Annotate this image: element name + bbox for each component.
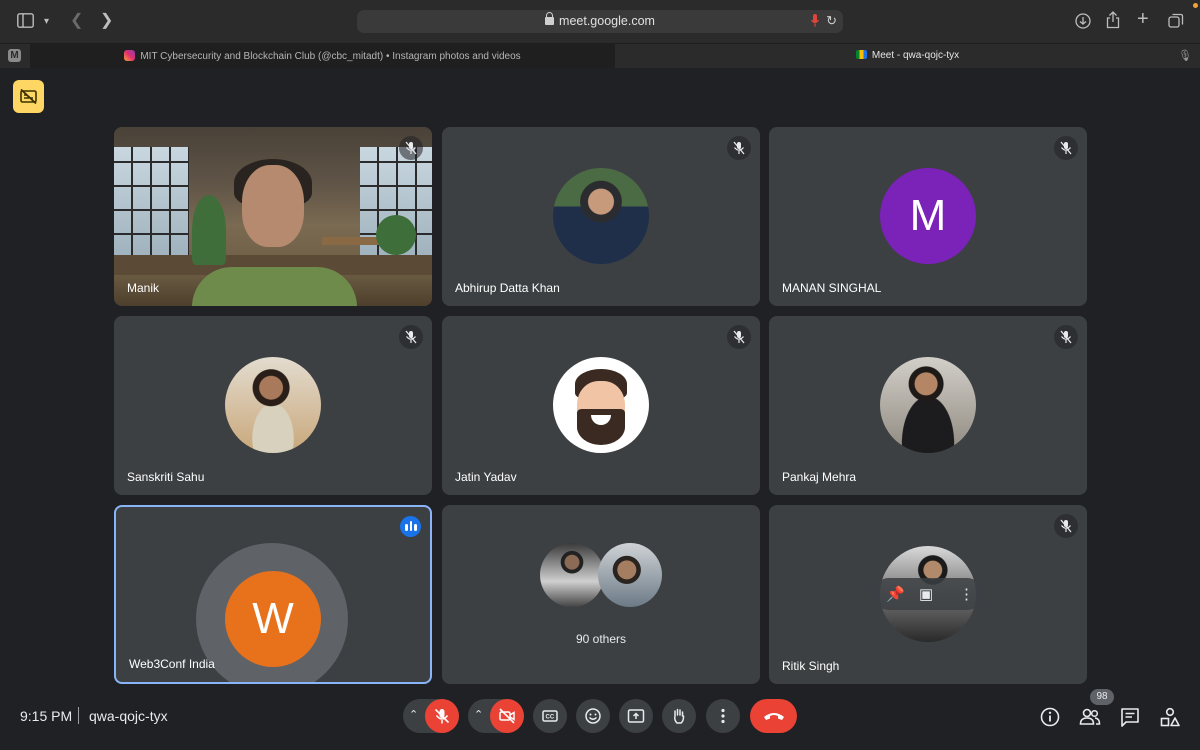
- participant-tile-abhirup[interactable]: Abhirup Datta Khan: [442, 127, 760, 306]
- chevron-down-icon[interactable]: ▾: [44, 12, 49, 32]
- others-tile[interactable]: 90 others: [442, 505, 760, 684]
- share-icon[interactable]: [1106, 11, 1120, 29]
- participant-tile-jatin[interactable]: Jatin Yadav: [442, 316, 760, 495]
- sidebar-toggle-icon[interactable]: [17, 13, 34, 28]
- mic-options-icon[interactable]: ⌃: [409, 708, 418, 721]
- captions-off-badge[interactable]: [13, 80, 44, 113]
- tab-label: Meet - qwa-qojc-tyx: [871, 50, 960, 61]
- mic-off-button[interactable]: [425, 699, 459, 733]
- muted-icon: [399, 136, 423, 160]
- participants-count-badge: 98: [1090, 689, 1114, 705]
- muted-icon: [727, 325, 751, 349]
- avatar: M: [880, 168, 976, 264]
- tab-instagram[interactable]: MIT Cybersecurity and Blockchain Club (@…: [30, 44, 615, 68]
- present-screen-icon: [627, 709, 645, 723]
- captions-off-icon: [20, 89, 37, 104]
- closed-captions-icon: CC: [542, 710, 558, 722]
- tab-overview-icon[interactable]: [1168, 13, 1184, 29]
- microphone-in-use-icon[interactable]: [811, 14, 819, 27]
- mic-off-icon: [434, 708, 450, 724]
- meeting-details-icon[interactable]: [1039, 706, 1061, 728]
- meet-logo-icon: [855, 50, 867, 59]
- participant-name: Jatin Yadav: [455, 470, 517, 484]
- chat-icon[interactable]: [1119, 706, 1141, 728]
- tab-label: MIT Cybersecurity and Blockchain Club (@…: [140, 51, 521, 62]
- avatar: [553, 357, 649, 453]
- participant-tile-manan[interactable]: M MANAN SINGHAL: [769, 127, 1087, 306]
- tab-bar: M MIT Cybersecurity and Blockchain Club …: [0, 43, 1200, 68]
- tab-meet[interactable]: Meet - qwa-qojc-tyx 🎙: [615, 44, 1200, 68]
- participant-tile-manik[interactable]: Manik: [114, 127, 432, 306]
- leave-call-button[interactable]: [750, 699, 797, 733]
- participant-tile-web3conf[interactable]: W Web3Conf India: [114, 505, 432, 684]
- pin-icon[interactable]: 📌: [886, 585, 905, 603]
- address-bar[interactable]: meet.google.com ↻: [357, 10, 843, 33]
- emoji-icon: [585, 708, 601, 724]
- participant-name: Pankaj Mehra: [782, 470, 857, 484]
- muted-icon: [399, 325, 423, 349]
- camera-options-icon[interactable]: ⌃: [474, 708, 483, 721]
- url-text: meet.google.com: [559, 14, 655, 28]
- browser-toolbar: ▾ ❮ ❯ meet.google.com ↻ +: [0, 0, 1200, 43]
- avatar: [880, 357, 976, 453]
- participant-name: Web3Conf India: [129, 657, 215, 671]
- back-icon[interactable]: ❮: [70, 11, 83, 31]
- participant-tile-pankaj[interactable]: Pankaj Mehra: [769, 316, 1087, 495]
- tab-microphone-icon[interactable]: 🎙: [1178, 49, 1192, 62]
- present-button[interactable]: [619, 699, 653, 733]
- divider: [78, 707, 79, 724]
- reload-icon[interactable]: ↻: [826, 13, 837, 29]
- forward-icon[interactable]: ❯: [100, 11, 113, 31]
- captions-button[interactable]: CC: [533, 699, 567, 733]
- avatar: [553, 168, 649, 264]
- muted-icon: [727, 136, 751, 160]
- new-tab-icon[interactable]: +: [1137, 9, 1149, 29]
- reactions-button[interactable]: [576, 699, 610, 733]
- avatar: [540, 543, 604, 607]
- participant-name: Abhirup Datta Khan: [455, 281, 560, 295]
- others-count-label: 90 others: [575, 632, 627, 646]
- svg-text:CC: CC: [546, 715, 555, 721]
- camera-off-button[interactable]: [490, 699, 524, 733]
- notification-dot: [1193, 3, 1198, 8]
- participant-name: Manik: [127, 281, 160, 295]
- activities-icon[interactable]: [1159, 706, 1181, 728]
- instagram-icon: [124, 50, 136, 61]
- downloads-icon[interactable]: [1075, 13, 1091, 29]
- participant-name: Ritik Singh: [782, 659, 840, 673]
- more-options-icon: [721, 708, 725, 724]
- more-options-button[interactable]: [706, 699, 740, 733]
- more-options-icon[interactable]: ⋮: [959, 585, 974, 603]
- speaking-indicator-icon: [400, 516, 421, 537]
- frame-icon[interactable]: ▣: [919, 585, 933, 603]
- people-icon[interactable]: [1079, 706, 1101, 728]
- end-call-icon: [764, 713, 784, 720]
- profile-badge[interactable]: M: [8, 49, 21, 62]
- camera-off-icon: [499, 708, 515, 724]
- muted-icon: [1054, 136, 1078, 160]
- meeting-time: 9:15 PM: [20, 708, 73, 724]
- participant-video: [114, 127, 432, 306]
- participant-name: Sanskriti Sahu: [127, 470, 205, 484]
- participant-name: MANAN SINGHAL: [782, 281, 882, 295]
- participant-tile-sanskriti[interactable]: Sanskriti Sahu: [114, 316, 432, 495]
- muted-icon: [1054, 325, 1078, 349]
- avatar: W: [225, 571, 321, 667]
- meeting-code: qwa-qojc-tyx: [89, 708, 168, 724]
- participant-tile-ritik[interactable]: 📌 ▣ ⋮ Ritik Singh: [769, 505, 1087, 684]
- lock-icon: [545, 12, 555, 25]
- muted-icon: [1054, 514, 1078, 538]
- raise-hand-button[interactable]: [662, 699, 696, 733]
- avatar: [598, 543, 662, 607]
- tile-hover-controls: 📌 ▣ ⋮: [873, 578, 983, 610]
- avatar: [225, 357, 321, 453]
- raise-hand-icon: [674, 708, 685, 724]
